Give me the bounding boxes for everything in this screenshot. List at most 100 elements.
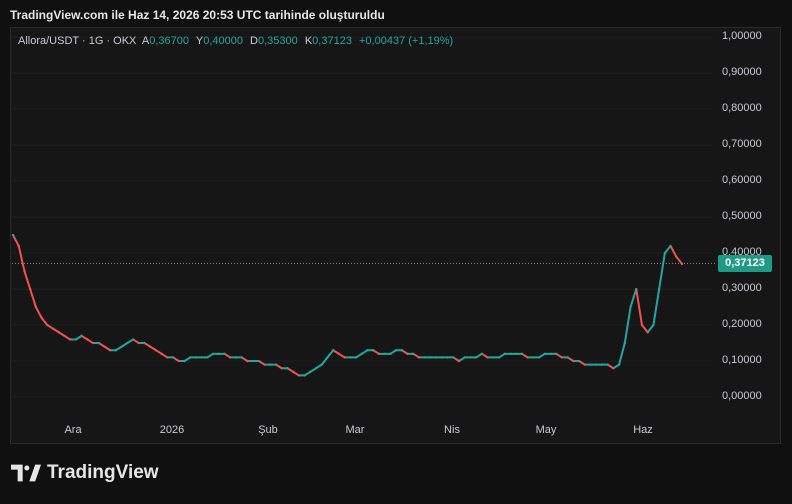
chart-grid [12,36,712,398]
price-point [617,363,621,366]
x-tick-label: Haz [633,424,653,436]
price-point [560,356,564,359]
price-point [434,356,438,359]
x-tick-label: May [535,424,557,436]
price-point [103,345,106,348]
price-point [274,363,278,366]
price-point [383,352,386,356]
price-segment [12,234,20,247]
price-point [269,363,272,366]
y-tick-label: 0,00000 [722,390,762,402]
price-point [229,356,232,359]
price-point [377,352,381,356]
symbol-label[interactable]: Allora/USDT · 1G · OKX [18,35,136,47]
price-point [23,269,26,273]
x-tick-label: Ara [64,424,82,436]
price-point [263,363,266,366]
y-tick-label: 0,10000 [722,354,762,367]
high-value: 0,40000 [203,35,243,47]
price-point [57,331,60,334]
price-point [635,287,638,291]
price-point [526,356,529,359]
price-segment [663,244,672,255]
price-point [543,352,546,356]
x-tick-label: Şub [258,424,278,436]
price-point [97,341,100,345]
price-point [629,305,632,309]
price-point [46,323,49,327]
price-point [68,338,72,341]
price-point [286,367,289,370]
price-point [194,356,198,359]
price-segment [658,252,666,291]
price-point [640,323,644,327]
price-point [240,356,243,359]
price-chart[interactable] [0,0,792,504]
price-point [320,363,323,366]
last-price-tag: 0,37123 [718,255,772,273]
price-point [600,363,604,366]
price-point [474,356,478,359]
price-segment [675,255,683,265]
price-point [11,233,15,237]
price-point [452,356,455,359]
price-segment [17,244,26,273]
price-point [503,352,506,356]
y-tick-label: 1,00000 [722,30,762,43]
y-tick-label: 0,60000 [722,174,762,187]
price-segment [669,244,678,258]
price-point [326,356,329,359]
price-point [51,327,55,330]
symbol-legend: Allora/USDT · 1G · OKX A0,36700 Y0,40000… [18,35,457,47]
price-point [577,359,581,363]
price-point [389,352,392,356]
y-tick-label: 0,80000 [722,102,762,115]
open-value: 0,36700 [149,35,190,47]
price-point [34,305,38,309]
price-series [11,233,684,377]
price-point [17,244,20,248]
price-point [429,356,432,359]
price-point [412,352,415,356]
price-point [28,287,32,291]
price-point [646,331,649,334]
price-point [520,352,524,356]
price-point [91,341,95,345]
price-point [423,356,426,359]
price-point [583,363,586,366]
price-point [234,356,238,359]
price-point [154,349,158,352]
close-value: 0,37123 [312,35,352,47]
price-point [280,367,283,370]
price-point [354,356,358,359]
price-point [183,359,186,363]
price-point [417,356,421,359]
price-point [566,356,569,359]
price-segment [652,288,661,327]
price-point [206,356,209,359]
price-segment [23,270,32,291]
low-label: D [250,35,258,47]
price-point [337,352,341,356]
price-point [149,345,152,348]
y-tick-label: 0,20000 [722,318,762,331]
price-segment [326,349,335,359]
price-point [332,349,335,352]
price-point [309,370,312,374]
price-point [555,352,558,356]
price-point [109,349,112,352]
price-point [143,341,146,345]
price-point [675,255,678,258]
price-point [463,356,466,359]
price-point [497,356,501,359]
price-point [486,356,489,359]
price-point [223,352,226,356]
y-tick-label: 0,30000 [722,282,762,295]
price-point [114,349,118,352]
price-point [532,356,535,359]
price-point [372,349,375,352]
price-point [177,359,181,363]
y-tick-label: 0,70000 [722,138,762,151]
price-point [343,356,346,359]
price-segment [29,288,37,309]
